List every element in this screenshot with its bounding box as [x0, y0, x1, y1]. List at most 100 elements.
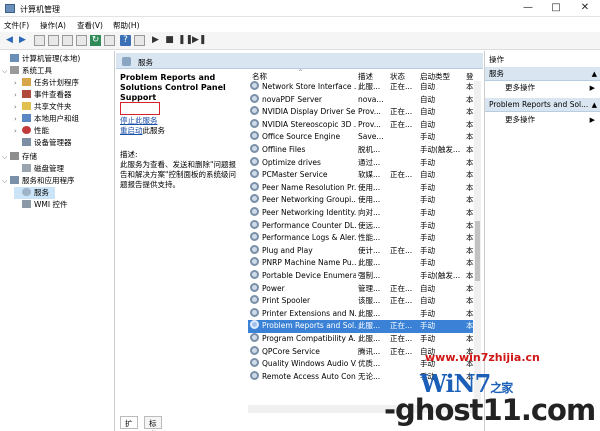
table-row[interactable]: Program Compatibility A... 此服... 正在... 手动 本 — [248, 333, 474, 346]
table-row[interactable]: Printer Extensions and N... 此服... 手动 本 — [248, 307, 474, 321]
refresh-icon[interactable]: ↻ — [90, 35, 101, 46]
restart-service-link[interactable]: 重启动 — [120, 126, 143, 135]
users-icon — [22, 114, 31, 122]
cell-startup: 手动 — [420, 321, 435, 331]
cell-desc: 此服... — [358, 308, 381, 318]
forward-icon[interactable]: ▶ — [17, 35, 28, 46]
tree-node-services-and-apps[interactable]: ⌵ 服务和应用程序 — [2, 175, 75, 187]
table-row[interactable]: PCMaster Service 软媒... 正在... 自动 本 — [248, 169, 474, 182]
gear-icon — [250, 320, 259, 330]
tree-node-wmi[interactable]: WMI 控件 — [14, 199, 67, 211]
help-icon[interactable]: ? — [120, 35, 131, 46]
more-actions-1[interactable]: 更多操作 ▶ — [485, 82, 600, 94]
restart-service-icon[interactable]: ▶❚ — [192, 35, 206, 46]
cell-logon: 本 — [466, 119, 474, 129]
tab-extended[interactable]: 扩展 — [120, 416, 138, 431]
tree-node-local-users[interactable]: › 本地用户和组 — [14, 113, 79, 125]
table-row[interactable]: Print Spooler 该服... 正在... 自动 本 — [248, 295, 474, 308]
tree-node-performance[interactable]: › 性能 — [14, 125, 49, 137]
gear-icon — [250, 295, 259, 305]
properties-icon[interactable] — [62, 35, 73, 46]
table-row[interactable]: Power 管理... 正在... 自动 本 — [248, 282, 474, 296]
table-row[interactable]: Performance Counter DL... 使远... 手动 本 — [248, 219, 474, 233]
cell-startup: 自动 — [420, 170, 435, 180]
tree-node-disk-management[interactable]: 磁盘管理 — [14, 163, 64, 175]
scrollbar-thumb[interactable] — [475, 221, 480, 281]
gear-icon — [250, 169, 259, 179]
tree-node-computer-management[interactable]: 计算机管理(本地) — [2, 53, 80, 65]
chevron-right-icon: ▶ — [589, 84, 595, 92]
export-icon[interactable] — [76, 35, 87, 46]
gear-icon — [250, 156, 259, 166]
actions-section-problem-reports[interactable]: Problem Reports and Sol... ▲ — [485, 98, 600, 112]
actions-section-services[interactable]: 服务 ▲ — [485, 67, 600, 81]
stop-service-icon[interactable]: ■ — [164, 35, 175, 46]
table-row[interactable]: Network Store Interface ... 此服... 正在... 自动 本 — [248, 81, 474, 94]
cell-logon: 本 — [466, 157, 474, 167]
cell-name: Performance Counter DL... — [262, 220, 356, 230]
tab-standard[interactable]: 标准 — [144, 416, 162, 431]
close-button[interactable]: ✕ — [571, 0, 599, 16]
show-tree-icon[interactable] — [48, 35, 59, 46]
cell-logon: 本 — [466, 271, 474, 280]
cell-startup: 自动 — [420, 94, 435, 104]
cell-name: novaPDF Server — [262, 94, 322, 104]
table-row[interactable]: Portable Device Enumera... 强制... 手动(触发... 本 — [248, 270, 474, 283]
table-row[interactable]: Peer Networking Groupi... 使用... 手动 本 — [248, 194, 474, 207]
cell-startup: 手动 — [420, 233, 435, 243]
gear-icon — [250, 244, 259, 254]
cell-name: Plug and Play — [262, 245, 313, 255]
tree-node-event-viewer[interactable]: › 事件查看器 — [14, 89, 72, 101]
cell-name: Optimize drives — [262, 157, 321, 167]
actions-header: 操作 — [489, 55, 504, 64]
cell-startup: 手动 — [420, 245, 435, 255]
stop-service-link[interactable]: 停止此服务 — [120, 115, 245, 126]
table-row[interactable]: Offline Files 脱机... 手动(触发... 本 — [248, 144, 474, 157]
cell-status: 正在... — [390, 119, 413, 129]
gear-icon — [250, 93, 259, 103]
cell-name: Peer Networking Groupi... — [262, 195, 356, 205]
table-row[interactable]: Performance Logs & Aler... 性能... 手动 本 — [248, 232, 474, 245]
cell-name: Peer Name Resolution Pr... — [262, 182, 356, 192]
table-row[interactable]: Office Source Engine Save... 手动 本 — [248, 131, 474, 144]
more-actions-2[interactable]: 更多操作 ▶ — [485, 114, 600, 126]
cell-name: QPCore Service — [262, 346, 320, 356]
gear-icon — [250, 370, 259, 380]
cell-startup: 自动 — [420, 107, 435, 117]
table-row[interactable]: Optimize drives 通过... 手动 本 — [248, 156, 474, 170]
cell-startup: 手动 — [420, 132, 435, 142]
maximize-button[interactable]: □ — [542, 0, 570, 16]
table-row[interactable]: PNRP Machine Name Pu... 此服... 手动 本 — [248, 257, 474, 270]
view-icon[interactable] — [134, 35, 145, 46]
menu-help[interactable]: 帮助(H) — [113, 20, 140, 31]
start-service-icon[interactable]: ▶ — [150, 35, 161, 46]
table-row[interactable]: Problem Reports and Sol... 此服... 正在... 手动 本 — [248, 320, 474, 333]
menu-file[interactable]: 文件(F) — [4, 20, 29, 31]
tree-node-storage[interactable]: ⌵ 存储 — [2, 151, 37, 163]
minimize-button[interactable]: — — [514, 0, 542, 16]
up-folder-icon[interactable] — [34, 35, 45, 46]
tree-node-shared-folders[interactable]: › 共享文件夹 — [14, 101, 72, 113]
menu-view[interactable]: 查看(V) — [77, 20, 103, 31]
tools-icon — [10, 66, 19, 74]
table-row[interactable]: novaPDF Server nova... 自动 本 — [248, 93, 474, 107]
service-detail-title: Problem Reports and Solutions Control Pa… — [120, 73, 226, 102]
table-row[interactable]: NVIDIA Display Driver Se... Prov... 正在... 自… — [248, 106, 474, 119]
computer-management-icon — [5, 4, 15, 13]
back-icon[interactable]: ◀ — [4, 35, 15, 46]
list-icon[interactable] — [104, 35, 115, 46]
pause-service-icon[interactable]: ❚❚ — [178, 35, 193, 46]
table-row[interactable]: NVIDIA Stereoscopic 3D ... Prov... 正在... 自动… — [248, 118, 474, 132]
stop-link-highlight — [120, 102, 160, 115]
table-row[interactable]: Peer Name Resolution Pr... 使用... 手动 本 — [248, 181, 474, 195]
tree-node-device-manager[interactable]: 设备管理器 — [14, 137, 72, 149]
cell-desc: 使远... — [358, 220, 381, 230]
menu-action[interactable]: 操作(A) — [40, 20, 66, 31]
table-row[interactable]: Peer Networking Identity... 向对... 手动 本 — [248, 207, 474, 220]
table-row[interactable]: Plug and Play 使计... 正在... 手动 本 — [248, 244, 474, 258]
tree-node-services[interactable]: 服务 — [14, 187, 55, 199]
cell-logon: 本 — [466, 283, 474, 293]
tree-node-system-tools[interactable]: ⌵ 系统工具 — [2, 65, 52, 77]
tree-node-task-scheduler[interactable]: › 任务计划程序 — [14, 77, 79, 89]
cell-status: 正在... — [390, 283, 413, 293]
